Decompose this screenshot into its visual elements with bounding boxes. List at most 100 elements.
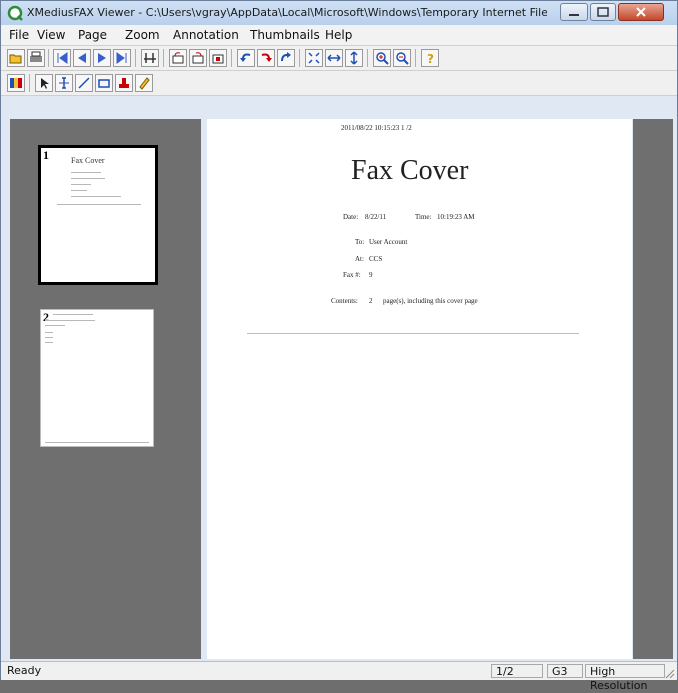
help-button[interactable]: ? — [421, 49, 439, 67]
rotate-arrow-icon — [281, 52, 291, 62]
time-value: 10:19:23 AM — [437, 213, 475, 221]
date-value: 8/22/11 — [365, 213, 387, 221]
open-folder-icon — [9, 54, 22, 64]
to-value: User Account — [369, 238, 408, 246]
zoom-out-icon — [396, 52, 409, 65]
last-page-icon — [116, 52, 127, 64]
thumbnail-page-1[interactable]: 1 Fax Cover — [38, 145, 158, 285]
to-label: To: — [355, 238, 365, 246]
menu-page[interactable]: Page — [78, 28, 107, 42]
undo-arrow-icon — [240, 53, 251, 62]
thumbnail-number: 2 — [43, 310, 49, 324]
title-bar[interactable]: XMediusFAX Viewer - C:\Users\vgray\AppDa… — [1, 1, 677, 26]
rectangle-tool-button[interactable] — [95, 74, 113, 92]
fit-width-button[interactable] — [325, 49, 343, 67]
right-margin-area — [633, 119, 673, 659]
fit-page-icon — [308, 52, 320, 64]
thumbnail-number: 1 — [43, 148, 49, 162]
rotate-button[interactable] — [277, 49, 295, 67]
text-cursor-icon — [59, 77, 69, 89]
maximize-icon — [597, 7, 609, 17]
app-window: XMediusFAX Viewer - C:\Users\vgray\AppDa… — [0, 0, 678, 692]
zoom-in-button[interactable] — [373, 49, 391, 67]
menu-bar: File View Page Zoom Annotation Thumbnail… — [1, 25, 677, 46]
rotate-page-180-icon — [212, 54, 224, 64]
highlighter-tool-button[interactable] — [135, 74, 153, 92]
contents-value: 2 — [369, 297, 373, 305]
status-page: 1/2 — [491, 664, 543, 678]
print-button[interactable] — [27, 49, 45, 67]
document-page[interactable]: 2011/08/22 10:15:23 1 /2 Fax Cover Date:… — [207, 119, 632, 659]
page-divider — [247, 333, 579, 334]
maximize-button[interactable] — [590, 3, 616, 21]
last-page-button[interactable] — [113, 49, 131, 67]
minimize-button[interactable] — [560, 3, 588, 21]
rotate-right-page-button[interactable] — [189, 49, 207, 67]
status-compression: G3 — [547, 664, 583, 678]
menu-zoom[interactable]: Zoom — [125, 28, 160, 42]
zoom-out-button[interactable] — [393, 49, 411, 67]
goto-page-button[interactable] — [141, 49, 159, 67]
time-label: Time: — [415, 213, 432, 221]
highlighter-pencil-icon — [139, 77, 150, 90]
menu-view[interactable]: View — [37, 28, 65, 42]
fit-height-icon — [350, 51, 358, 65]
rotate-180-page-button[interactable] — [209, 49, 227, 67]
fit-height-button[interactable] — [345, 49, 363, 67]
help-question-icon: ? — [427, 52, 434, 65]
zoom-in-icon — [376, 52, 389, 65]
at-value: CCS — [369, 255, 383, 263]
resize-grip-icon[interactable] — [663, 667, 675, 679]
thumbnail-page-2[interactable]: 2 — [40, 309, 154, 447]
next-page-button[interactable] — [93, 49, 111, 67]
annotation-toolbar — [1, 71, 677, 96]
menu-thumbnails[interactable]: Thumbnails — [250, 28, 320, 42]
document-title: Fax Cover — [351, 155, 469, 186]
color-bars-icon — [10, 78, 22, 88]
fax-number-label: Fax #: — [343, 271, 361, 279]
select-tool-button[interactable] — [35, 74, 53, 92]
stamp-tool-button[interactable] — [115, 74, 133, 92]
previous-page-button[interactable] — [73, 49, 91, 67]
menu-annotation[interactable]: Annotation — [173, 28, 239, 42]
fit-page-button[interactable] — [305, 49, 323, 67]
pointer-arrow-icon — [41, 78, 49, 89]
fax-header: 2011/08/22 10:15:23 1 /2 — [341, 124, 412, 132]
next-page-icon — [98, 53, 106, 63]
date-label: Date: — [343, 213, 359, 221]
previous-page-icon — [78, 53, 86, 63]
minimize-icon — [569, 14, 579, 16]
rotate-page-right-icon — [192, 52, 204, 64]
color-palette-button[interactable] — [7, 74, 25, 92]
close-button[interactable] — [618, 3, 664, 21]
main-toolbar: ? — [1, 46, 677, 71]
status-resolution: High Resolution — [585, 664, 665, 692]
contents-label: Contents: — [331, 297, 358, 305]
redo-button[interactable] — [257, 49, 275, 67]
text-tool-button[interactable] — [55, 74, 73, 92]
menu-file[interactable]: File — [9, 28, 29, 42]
line-icon — [78, 77, 90, 89]
printer-icon — [30, 51, 42, 62]
thumbnail-pane[interactable]: 1 Fax Cover 2 — [10, 119, 201, 659]
goto-page-icon — [144, 53, 156, 63]
first-page-button[interactable] — [53, 49, 71, 67]
line-tool-button[interactable] — [75, 74, 93, 92]
at-label: At: — [355, 255, 364, 263]
open-button[interactable] — [7, 49, 25, 67]
svg-text:?: ? — [427, 52, 434, 65]
stamp-icon — [119, 78, 129, 88]
status-bar: Ready 1/2 G3 High Resolution — [1, 661, 677, 692]
fit-width-icon — [327, 54, 341, 62]
window-title: XMediusFAX Viewer - C:\Users\vgray\AppDa… — [27, 6, 547, 19]
fax-number-value: 9 — [369, 271, 373, 279]
app-icon — [7, 5, 23, 21]
undo-button[interactable] — [237, 49, 255, 67]
first-page-icon — [57, 52, 68, 64]
rectangle-icon — [98, 79, 110, 88]
thumbnail-title: Fax Cover — [71, 156, 105, 165]
rotate-left-page-button[interactable] — [169, 49, 187, 67]
close-icon — [636, 7, 646, 17]
status-state: Ready — [7, 664, 42, 677]
menu-help[interactable]: Help — [325, 28, 352, 42]
